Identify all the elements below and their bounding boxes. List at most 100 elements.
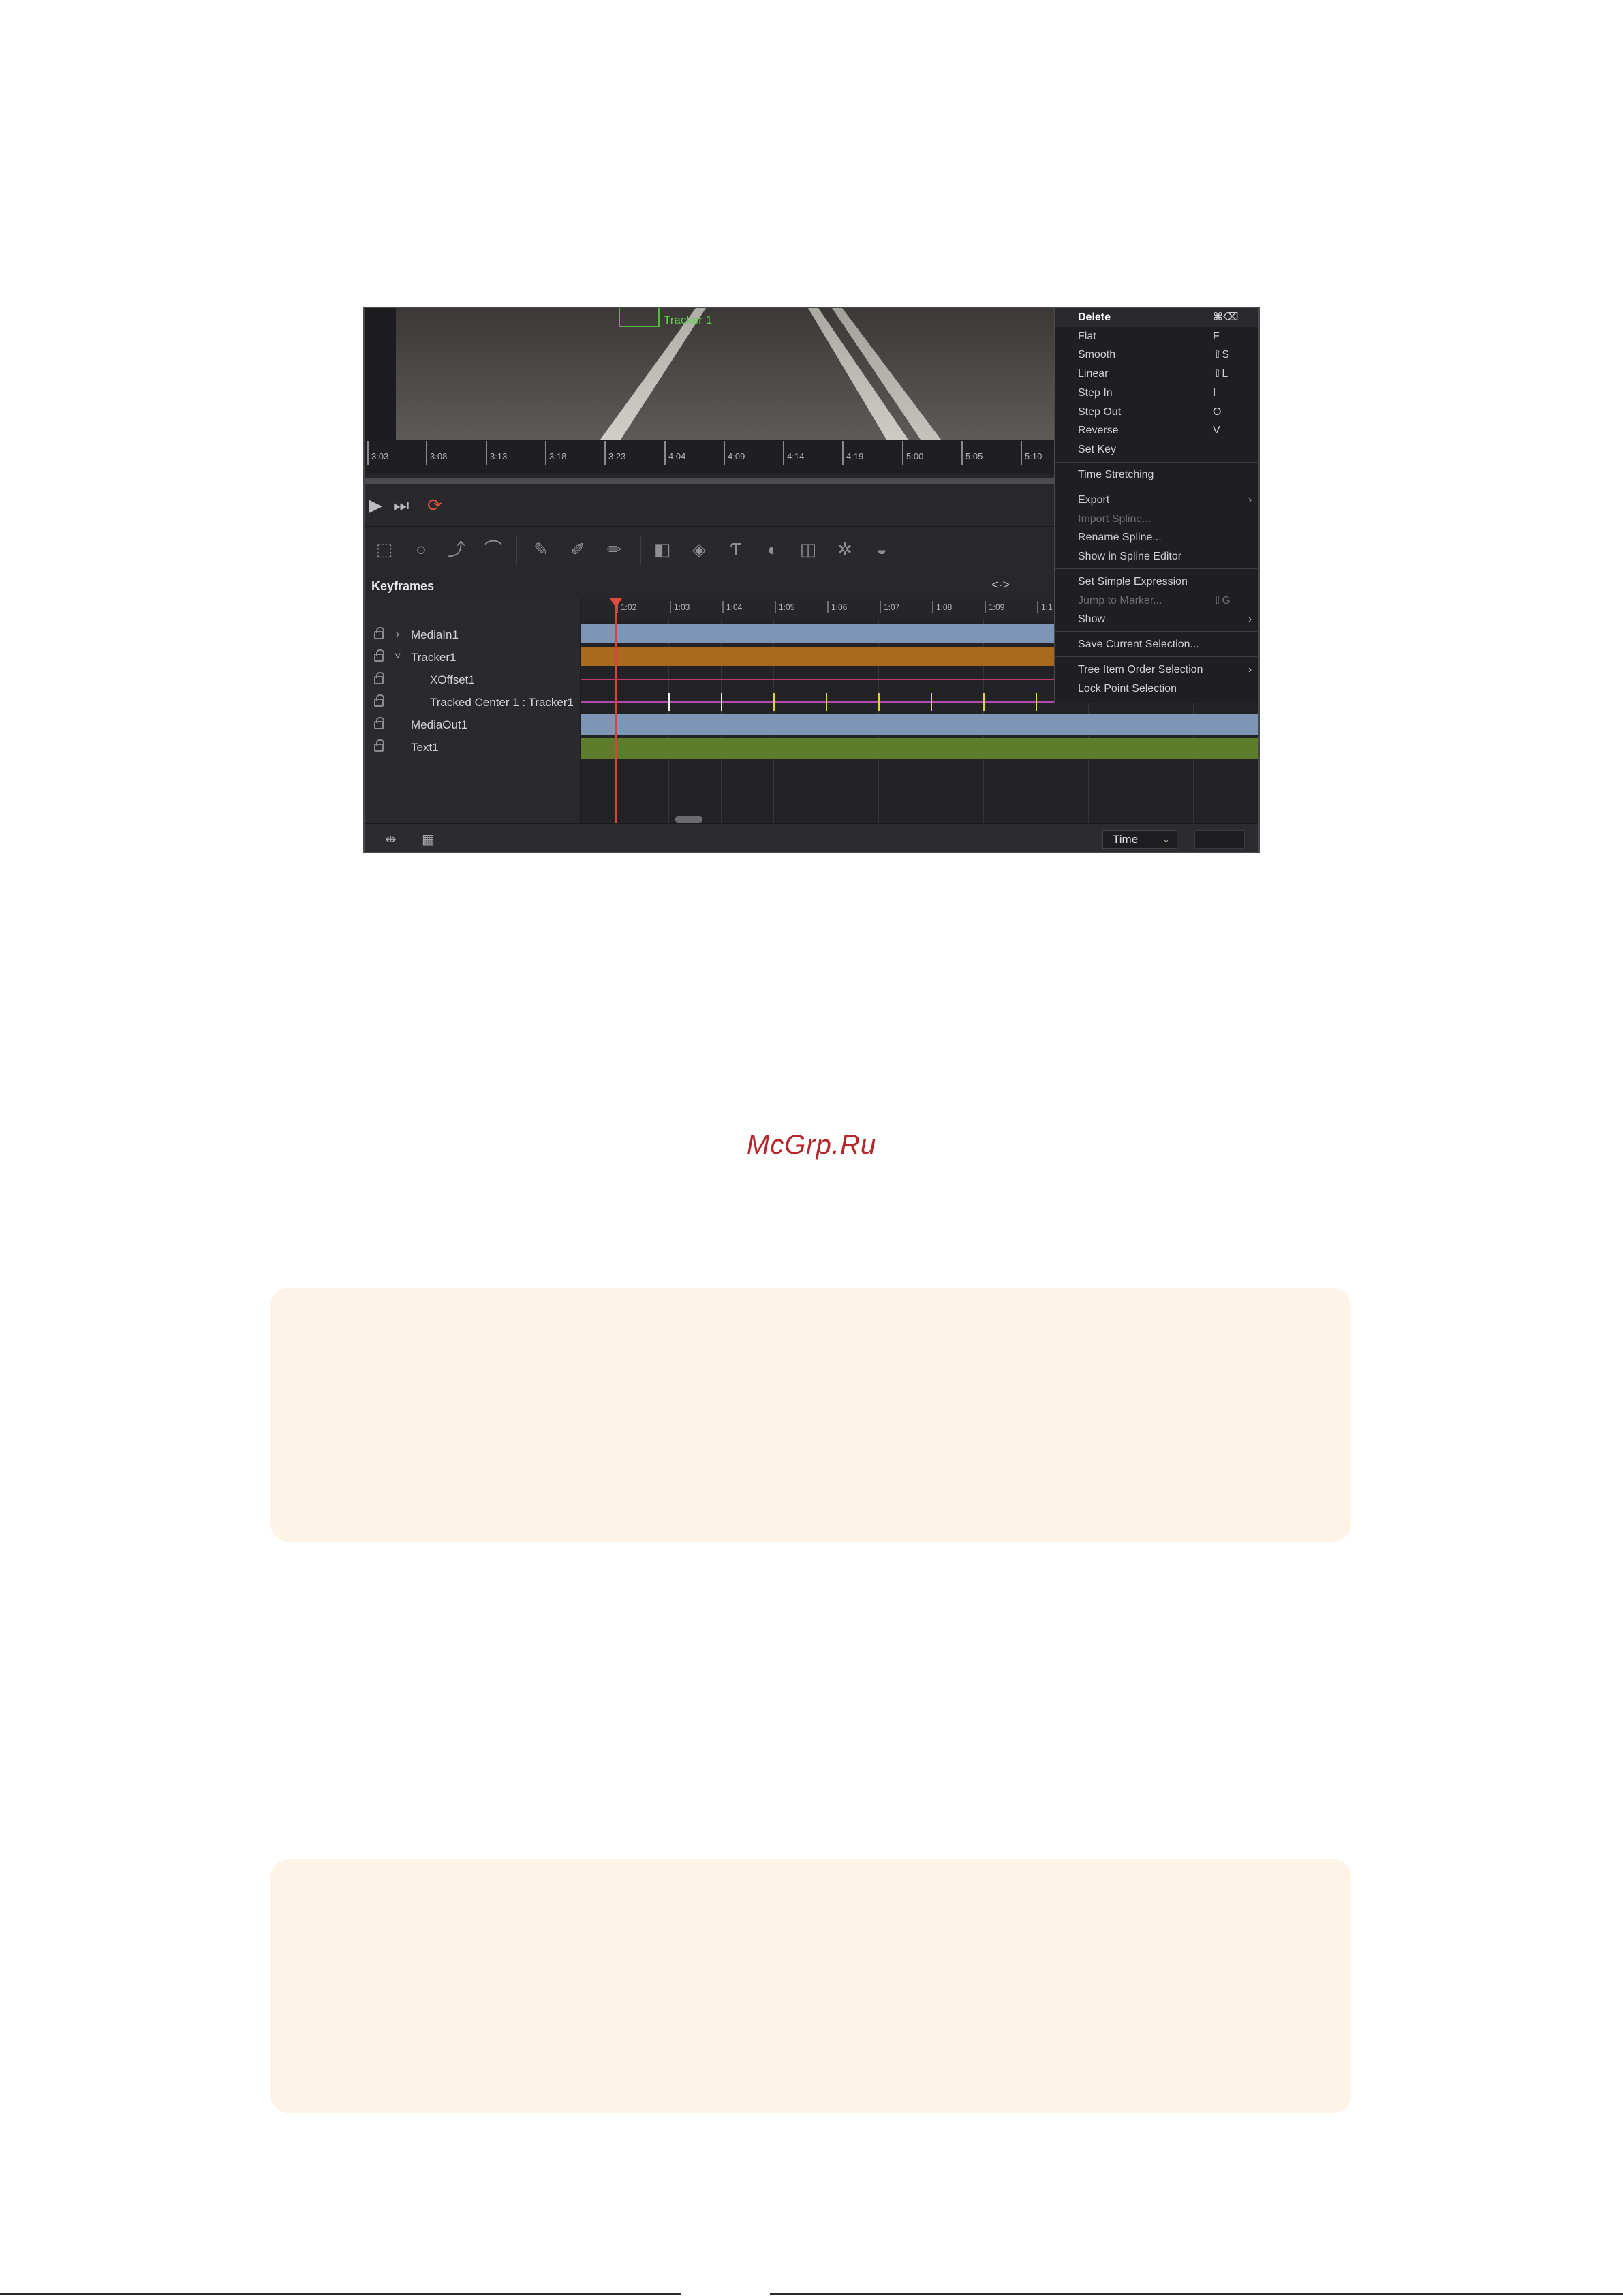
playhead-handle-icon[interactable]: [610, 598, 622, 608]
brush-icon[interactable]: ✐: [568, 539, 588, 560]
menu-item-lock-point-selection[interactable]: Lock Point Selection: [1055, 679, 1258, 699]
lock-icon[interactable]: [374, 649, 384, 662]
ruler-tick: 5:10: [1021, 441, 1042, 465]
ruler-tick: 1:04: [722, 601, 742, 613]
tree-item-tracked-center[interactable]: Tracked Center 1 : Tracker1: [365, 694, 580, 716]
spreadsheet-icon[interactable]: ▦: [422, 831, 435, 848]
menu-item-import-spline: Import Spline...: [1055, 510, 1258, 529]
tree-item-label: XOffset1: [430, 673, 475, 686]
polyline-icon[interactable]: ⤴: [446, 539, 467, 560]
menu-item-flat[interactable]: Flat F: [1055, 327, 1258, 346]
tree-item-mediain1[interactable]: › MediaIn1: [365, 627, 580, 649]
ruler-tick: 1:1: [1037, 601, 1053, 613]
tracker-label: Tracker 1: [664, 313, 713, 326]
menu-item-smooth[interactable]: Smooth ⇧S: [1055, 346, 1258, 365]
skip-to-end-icon[interactable]: ⏭: [393, 495, 409, 517]
time-value-field[interactable]: [1194, 830, 1245, 849]
menu-item-label: Rename Spline...: [1078, 532, 1162, 543]
keyframe-marker[interactable]: [668, 693, 670, 711]
tree-item-label: MediaOut1: [411, 718, 468, 731]
menu-item-shortcut: V: [1213, 425, 1220, 436]
ruler-tick: 4:04: [664, 441, 685, 465]
menu-item-linear[interactable]: Linear ⇧L: [1055, 365, 1258, 384]
menu-item-export[interactable]: Export ›: [1055, 491, 1258, 510]
keyframe-marker[interactable]: [878, 693, 880, 711]
menu-item-rename-spline[interactable]: Rename Spline...: [1055, 528, 1258, 547]
ruler-tick: 4:14: [783, 441, 804, 465]
circle-icon[interactable]: ○: [411, 539, 431, 560]
menu-item-step-in[interactable]: Step In I: [1055, 384, 1258, 403]
collapse-chevron-icon[interactable]: ˅: [395, 651, 401, 663]
tree-item-xoffset1[interactable]: XOffset1: [365, 672, 580, 694]
tree-item-text1[interactable]: Text1: [365, 739, 580, 761]
play-icon[interactable]: ▶: [369, 495, 382, 516]
menu-item-label: Lock Point Selection: [1078, 683, 1177, 694]
menu-item-label: Save Current Selection...: [1078, 639, 1199, 650]
expand-chevron-icon[interactable]: ›: [396, 628, 399, 641]
menu-item-label: Set Simple Expression: [1078, 576, 1188, 587]
horizontal-scrollbar[interactable]: [675, 816, 702, 823]
menu-item-show[interactable]: Show ›: [1055, 610, 1258, 629]
ruler-tick: 1:07: [880, 601, 899, 613]
menu-item-show-in-spline-editor[interactable]: Show in Spline Editor: [1055, 547, 1258, 566]
keyframe-marker[interactable]: [1036, 693, 1037, 711]
page-bottom-rule: [770, 2293, 1623, 2295]
playhead[interactable]: [615, 598, 617, 823]
camera3d-icon[interactable]: ◫: [798, 539, 818, 560]
keyframe-marker[interactable]: [983, 693, 985, 711]
mediaout1-track[interactable]: [581, 714, 1258, 735]
particles-icon[interactable]: ✲: [835, 539, 855, 560]
menu-item-label: Delete: [1078, 311, 1111, 323]
menu-item-shortcut: ⇧L: [1213, 368, 1228, 380]
menu-item-label: Flat: [1078, 331, 1096, 342]
lock-icon[interactable]: [374, 739, 384, 752]
bspline-icon[interactable]: ⌒: [483, 539, 504, 560]
merge3d-icon[interactable]: ◈: [689, 539, 709, 560]
time-mode-select[interactable]: Time ⌄: [1102, 830, 1177, 849]
ruler-tick: 3:08: [426, 441, 447, 465]
menu-item-delete[interactable]: Delete ⌘⌫: [1055, 308, 1258, 327]
ruler-tick: 3:23: [604, 441, 625, 465]
shape3d-icon[interactable]: ◧: [652, 539, 673, 560]
fit-width-icon[interactable]: ⇹: [385, 831, 397, 848]
submenu-arrow-icon: ›: [1248, 494, 1252, 506]
menu-item-save-current-selection[interactable]: Save Current Selection...: [1055, 635, 1258, 654]
text3d-icon[interactable]: Ƭ: [726, 539, 746, 560]
text1-track[interactable]: [581, 738, 1258, 759]
menu-item-label: Tree Item Order Selection: [1078, 664, 1203, 675]
chevron-down-icon: ⌄: [1162, 834, 1170, 844]
tree-item-mediaout1[interactable]: MediaOut1: [365, 717, 580, 739]
submenu-arrow-icon: ›: [1248, 664, 1252, 675]
menu-item-tree-item-order-selection[interactable]: Tree Item Order Selection ›: [1055, 660, 1258, 679]
keyframe-marker[interactable]: [931, 693, 932, 711]
tree-item-tracker1[interactable]: ˅ Tracker1: [365, 649, 580, 671]
light-icon[interactable]: ◐: [762, 539, 783, 560]
menu-item-label: Show in Spline Editor: [1078, 551, 1182, 562]
menu-separator: [1055, 656, 1258, 657]
paint-icon[interactable]: ✎: [531, 539, 551, 560]
lock-icon[interactable]: [374, 627, 384, 639]
ruler-tick: 1:06: [827, 601, 847, 613]
lock-icon[interactable]: [374, 694, 384, 707]
menu-item-step-out[interactable]: Step Out O: [1055, 403, 1258, 422]
menu-item-shortcut: I: [1213, 387, 1216, 399]
keyframe-marker[interactable]: [773, 693, 775, 711]
menu-item-reverse[interactable]: Reverse V: [1055, 421, 1258, 440]
zoom-to-fit-icon[interactable]: <·>: [991, 578, 1010, 592]
loop-icon[interactable]: ⟳: [427, 495, 442, 516]
keyframe-marker[interactable]: [826, 693, 827, 711]
rectangle-select-icon[interactable]: ⬚: [374, 539, 395, 560]
stroke-icon[interactable]: ✏: [604, 539, 625, 560]
keyframe-marker[interactable]: [721, 693, 722, 711]
menu-item-set-key[interactable]: Set Key: [1055, 440, 1258, 459]
menu-item-set-simple-expression[interactable]: Set Simple Expression: [1055, 572, 1258, 592]
menu-item-shortcut: ⇧G: [1213, 595, 1231, 607]
menu-item-time-stretching[interactable]: Time Stretching: [1055, 465, 1258, 485]
tracker-box[interactable]: [619, 308, 660, 327]
lock-icon[interactable]: [374, 672, 384, 684]
lock-icon[interactable]: [374, 717, 384, 729]
renderer3d-icon[interactable]: ◒: [871, 539, 892, 560]
keyframes-tree: › MediaIn1 ˅ Tracker1 XOffset1 Tracked C…: [365, 598, 581, 823]
menu-separator: [1055, 631, 1258, 632]
menu-item-label: Jump to Marker...: [1078, 595, 1162, 607]
